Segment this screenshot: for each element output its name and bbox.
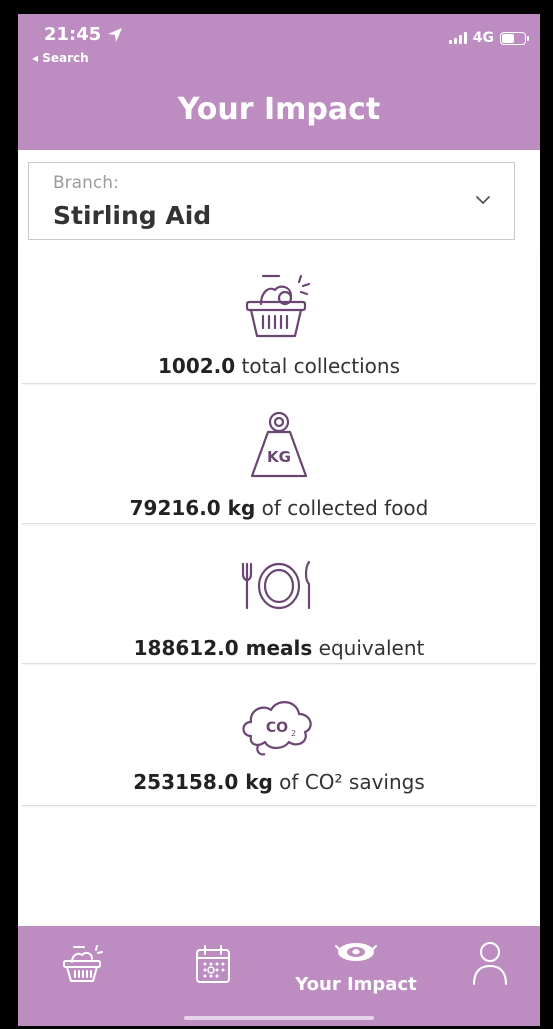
- stat-collections: 1002.0 total collections: [22, 354, 536, 378]
- tab-calendar[interactable]: [168, 926, 258, 1026]
- stat-text: of CO² savings: [272, 770, 425, 794]
- calendar-icon: [196, 945, 230, 983]
- stat-text: of collected food: [255, 496, 429, 520]
- tab-your-impact[interactable]: Your Impact: [286, 926, 426, 1026]
- home-indicator[interactable]: [184, 1016, 374, 1020]
- plate-cutlery-icon: [239, 558, 319, 618]
- svg-text:CO: CO: [266, 720, 288, 736]
- stat-value: 1002.0: [157, 354, 236, 378]
- stat-value: 188612.0 meals: [133, 636, 313, 660]
- branch-value: Stirling Aid: [53, 201, 212, 230]
- stat-value: 79216.0 kg: [129, 496, 256, 520]
- weight-kg-icon: KG: [244, 408, 314, 486]
- stat-card-meals: 188612.0 meals equivalent: [22, 528, 536, 664]
- app-header: 21:45 ◂ Search 4G Your Impact: [18, 14, 540, 150]
- stat-text: equivalent: [312, 636, 425, 660]
- clock: 21:45: [44, 24, 102, 45]
- location-arrow-icon: [108, 27, 123, 42]
- tab-bar: Your Impact: [18, 926, 540, 1026]
- basket-icon: [241, 272, 317, 346]
- stat-card-collections: 1002.0 total collections: [22, 250, 536, 384]
- status-indicators: 4G: [448, 30, 529, 46]
- back-to-search[interactable]: ◂ Search: [32, 51, 89, 65]
- stat-card-food: KG 79216.0 kg of collected food: [22, 388, 536, 524]
- stat-value: 253158.0 kg: [133, 770, 273, 794]
- branch-dropdown[interactable]: Branch: Stirling Aid: [28, 162, 515, 240]
- stat-card-co2: CO 2 253158.0 kg of CO² savings: [22, 668, 536, 806]
- profile-icon: [473, 942, 507, 985]
- network-type: 4G: [472, 30, 494, 46]
- stat-text: total collections: [235, 354, 400, 378]
- signal-icon: [448, 32, 467, 44]
- tab-label-your-impact: Your Impact: [295, 974, 417, 995]
- co2-cloud-icon: CO 2: [237, 692, 321, 762]
- svg-text:2: 2: [291, 729, 296, 738]
- status-time: 21:45: [44, 24, 123, 45]
- phone-screen: 21:45 ◂ Search 4G Your Impact Branch: St…: [18, 14, 540, 1026]
- page-title: Your Impact: [177, 92, 381, 127]
- stat-co2: 253158.0 kg of CO² savings: [22, 770, 536, 794]
- branch-label: Branch:: [53, 173, 119, 193]
- stat-meals: 188612.0 meals equivalent: [22, 636, 536, 660]
- tab-profile[interactable]: [450, 926, 530, 1026]
- basket-icon: [63, 945, 103, 982]
- tab-collections[interactable]: [38, 926, 128, 1026]
- stat-food: 79216.0 kg of collected food: [22, 496, 536, 520]
- impact-icon: [335, 943, 377, 961]
- svg-text:KG: KG: [267, 448, 291, 466]
- chevron-down-icon: [476, 196, 490, 205]
- battery-icon: [500, 31, 529, 45]
